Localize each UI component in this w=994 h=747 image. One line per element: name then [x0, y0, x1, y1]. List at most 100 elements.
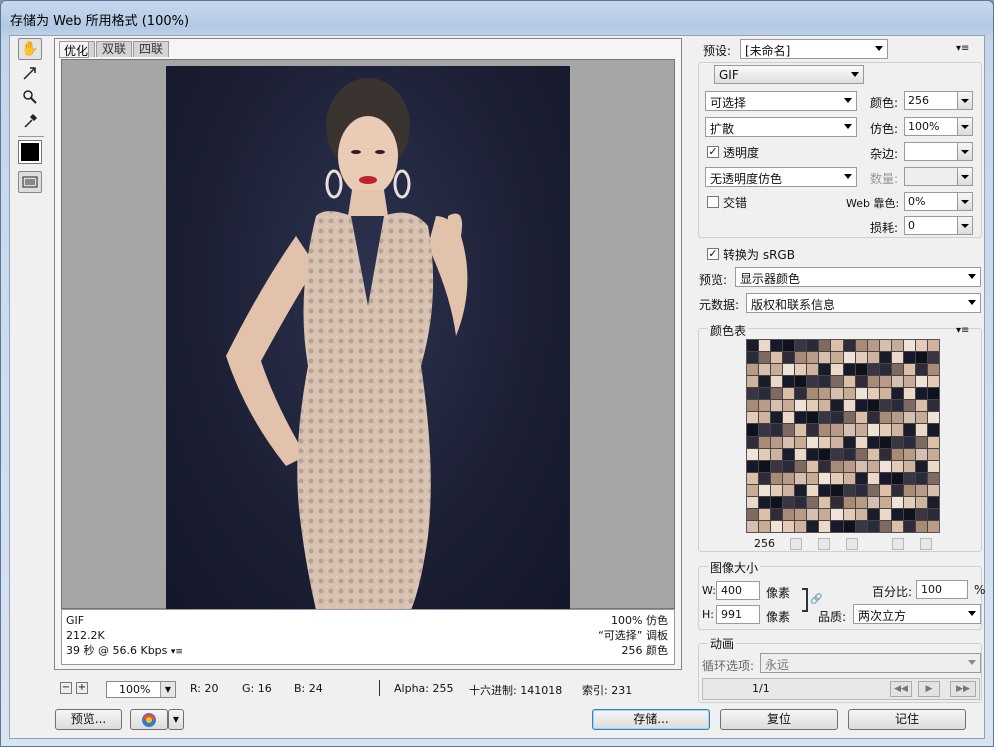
- palette-swatch[interactable]: [819, 508, 831, 520]
- palette-swatch[interactable]: [795, 520, 807, 532]
- palette-swatch[interactable]: [891, 508, 903, 520]
- palette-swatch[interactable]: [795, 448, 807, 460]
- palette-swatch[interactable]: [771, 460, 783, 472]
- palette-swatch[interactable]: [783, 352, 795, 364]
- palette-swatch[interactable]: [807, 400, 819, 412]
- palette-swatch[interactable]: [831, 352, 843, 364]
- palette-swatch[interactable]: [867, 508, 879, 520]
- palette-swatch[interactable]: [867, 520, 879, 532]
- trash-icon[interactable]: [920, 538, 932, 550]
- preset-menu-icon[interactable]: ▾≡: [956, 43, 969, 54]
- palette-swatch[interactable]: [759, 412, 771, 424]
- palette-swatch[interactable]: [759, 508, 771, 520]
- palette-swatch[interactable]: [747, 496, 759, 508]
- palette-swatch[interactable]: [771, 340, 783, 352]
- palette-swatch[interactable]: [747, 412, 759, 424]
- palette-swatch[interactable]: [867, 388, 879, 400]
- palette-swatch[interactable]: [891, 460, 903, 472]
- palette-swatch[interactable]: [843, 448, 855, 460]
- browser-select-dropdown[interactable]: ▼: [168, 709, 184, 730]
- palette-swatch[interactable]: [843, 508, 855, 520]
- palette-swatch[interactable]: [771, 436, 783, 448]
- palette-swatch[interactable]: [819, 496, 831, 508]
- palette-swatch[interactable]: [879, 424, 891, 436]
- palette-swatch[interactable]: [867, 460, 879, 472]
- palette-swatch[interactable]: [903, 352, 915, 364]
- palette-swatch[interactable]: [843, 364, 855, 376]
- palette-swatch[interactable]: [747, 484, 759, 496]
- palette-swatch[interactable]: [759, 388, 771, 400]
- palette-swatch[interactable]: [831, 436, 843, 448]
- palette-swatch[interactable]: [879, 460, 891, 472]
- palette-swatch[interactable]: [795, 496, 807, 508]
- palette-swatch[interactable]: [855, 436, 867, 448]
- palette-swatch[interactable]: [807, 376, 819, 388]
- palette-swatch[interactable]: [915, 424, 927, 436]
- palette-swatch[interactable]: [795, 340, 807, 352]
- palette-swatch[interactable]: [759, 424, 771, 436]
- palette-swatch[interactable]: [927, 472, 939, 484]
- palette-swatch[interactable]: [771, 352, 783, 364]
- palette-swatch[interactable]: [891, 412, 903, 424]
- palette-swatch[interactable]: [927, 388, 939, 400]
- palette-swatch[interactable]: [927, 496, 939, 508]
- palette-swatch[interactable]: [831, 520, 843, 532]
- palette-swatch[interactable]: [747, 424, 759, 436]
- palette-swatch[interactable]: [831, 364, 843, 376]
- palette-swatch[interactable]: [819, 352, 831, 364]
- palette-swatch[interactable]: [843, 376, 855, 388]
- palette-swatch[interactable]: [855, 520, 867, 532]
- palette-swatch[interactable]: [747, 448, 759, 460]
- palette-swatch[interactable]: [795, 352, 807, 364]
- palette-swatch[interactable]: [807, 508, 819, 520]
- palette-swatch[interactable]: [879, 520, 891, 532]
- palette-swatch[interactable]: [795, 472, 807, 484]
- palette-swatch[interactable]: [927, 448, 939, 460]
- palette-swatch[interactable]: [903, 424, 915, 436]
- palette-swatch[interactable]: [831, 496, 843, 508]
- palette-swatch[interactable]: [855, 496, 867, 508]
- palette-swatch[interactable]: [771, 412, 783, 424]
- palette-swatch[interactable]: [843, 460, 855, 472]
- palette-swatch[interactable]: [807, 412, 819, 424]
- palette-swatch[interactable]: [759, 484, 771, 496]
- palette-swatch[interactable]: [759, 352, 771, 364]
- color-table-palette[interactable]: [746, 339, 940, 533]
- palette-swatch[interactable]: [795, 508, 807, 520]
- palette-swatch[interactable]: [903, 400, 915, 412]
- palette-swatch[interactable]: [915, 520, 927, 532]
- palette-swatch[interactable]: [831, 388, 843, 400]
- palette-swatch[interactable]: [843, 340, 855, 352]
- palette-swatch[interactable]: [843, 436, 855, 448]
- palette-swatch[interactable]: [927, 508, 939, 520]
- tab-4-up[interactable]: 四联: [133, 41, 170, 57]
- palette-swatch[interactable]: [831, 484, 843, 496]
- palette-swatch[interactable]: [747, 364, 759, 376]
- palette-swatch[interactable]: [783, 388, 795, 400]
- tab-optimized[interactable]: 优化: [59, 41, 90, 58]
- palette-swatch[interactable]: [783, 412, 795, 424]
- quality-select[interactable]: 两次立方: [853, 604, 981, 624]
- height-input[interactable]: 991: [716, 605, 760, 624]
- palette-swatch[interactable]: [855, 508, 867, 520]
- palette-swatch[interactable]: [891, 340, 903, 352]
- palette-swatch[interactable]: [771, 364, 783, 376]
- palette-swatch[interactable]: [903, 364, 915, 376]
- palette-swatch[interactable]: [819, 412, 831, 424]
- zoom-in-button[interactable]: +: [76, 682, 88, 694]
- palette-swatch[interactable]: [927, 364, 939, 376]
- palette-swatch[interactable]: [867, 400, 879, 412]
- palette-swatch[interactable]: [783, 508, 795, 520]
- palette-swatch[interactable]: [855, 352, 867, 364]
- palette-swatch[interactable]: [783, 472, 795, 484]
- palette-swatch[interactable]: [831, 472, 843, 484]
- palette-swatch[interactable]: [783, 400, 795, 412]
- palette-swatch[interactable]: [831, 340, 843, 352]
- palette-swatch[interactable]: [891, 424, 903, 436]
- palette-swatch[interactable]: [903, 436, 915, 448]
- palette-swatch[interactable]: [879, 448, 891, 460]
- lossy-combo[interactable]: 0: [904, 216, 973, 235]
- palette-swatch[interactable]: [903, 448, 915, 460]
- palette-swatch[interactable]: [819, 424, 831, 436]
- palette-swatch[interactable]: [879, 376, 891, 388]
